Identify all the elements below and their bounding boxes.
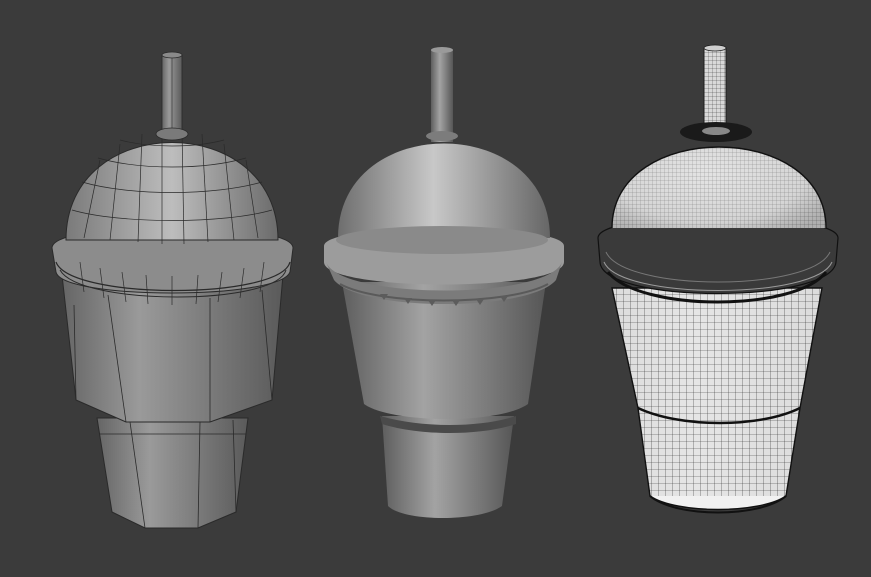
subdivided-wireframe-cup (597, 44, 839, 514)
smooth-shaded-cup (324, 47, 564, 518)
viewport-scene (0, 0, 871, 573)
viewport-canvas (51, 44, 839, 529)
low-poly-cup (51, 51, 294, 529)
